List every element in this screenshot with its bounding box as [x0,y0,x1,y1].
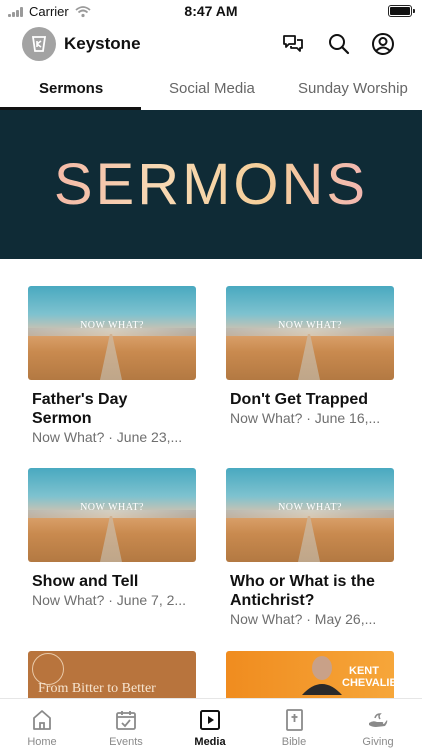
sermon-title: Who or What is the Antichrist? [230,573,375,609]
sermon-thumbnail[interactable]: NOW WHAT? [226,468,394,562]
app-header: Keystone [0,24,422,64]
keystone-logo-icon [31,36,47,52]
nav-label: Bible [281,736,307,748]
sermon-title: Show and Tell [32,573,139,590]
nav-label: Home [27,736,57,748]
thumbnail-caption: NOW WHAT? [278,320,342,331]
nav-giving[interactable]: Giving [336,699,420,750]
thumbnail-caption: From Bitter to Better [38,681,156,696]
thumbnail-caption: NOW WHAT? [278,502,342,513]
search-icon[interactable] [327,32,351,56]
giving-icon [369,713,388,727]
sermon-card[interactable]: NOW WHAT? Show and Tell Now What? · June… [28,468,196,610]
thumbnail-caption: NOW WHAT? [80,502,144,513]
sermon-card[interactable]: NOW WHAT? Father's Day Sermon Now What? … [28,286,196,447]
battery-icon [388,5,415,17]
nav-media[interactable]: Media [168,699,252,750]
bible-icon [286,709,303,731]
sermon-thumbnail[interactable]: From Bitter to Better [28,651,196,698]
speaker-photo [302,656,342,695]
tab-sermons[interactable]: Sermons [39,80,103,97]
sermon-card[interactable]: From Bitter to Better [28,651,196,698]
nav-label: Media [194,736,226,748]
sermon-card[interactable]: NOW WHAT? Who or What is the Antichrist?… [226,468,394,629]
nav-home[interactable]: Home [0,699,84,750]
sermon-title: Father's Day Sermon [32,391,128,427]
sermons-banner: SERMONS [0,110,422,259]
media-tabs: Sermons Social Media Sunday Worship [0,74,422,110]
status-time: 8:47 AM [184,3,238,19]
church-logo-avatar[interactable] [22,27,56,61]
nav-label: Giving [362,736,394,748]
sermon-thumbnail[interactable]: NOW WHAT? [28,468,196,562]
sermon-thumbnail[interactable]: NOW WHAT? [226,286,394,380]
tab-sunday-worship[interactable]: Sunday Worship [298,80,408,97]
status-bar: Carrier 8:47 AM [0,0,422,22]
sermon-subtitle: Now What? · June 7, 2... [32,592,187,608]
nav-label: Events [109,736,143,748]
sermon-thumbnail[interactable]: NOW WHAT? [28,286,196,380]
chat-icon[interactable] [281,32,305,56]
app-title: Keystone [64,34,141,53]
thumbnail-caption: KENT CHEVALIER [342,665,394,689]
thumbnail-caption: NOW WHAT? [80,320,144,331]
nav-events[interactable]: Events [84,699,168,750]
sermon-title: Don't Get Trapped [230,391,369,408]
profile-icon[interactable] [371,32,395,56]
sermon-subtitle: Now What? · May 26,... [230,611,377,627]
sermon-subtitle: Now What? · June 23,... [32,429,183,445]
tab-social-media[interactable]: Social Media [169,80,255,97]
sermon-thumbnail[interactable]: KENT CHEVALIER [226,651,394,698]
sermon-card[interactable]: KENT CHEVALIER [226,651,394,698]
bottom-nav: Home Events Media Bible Giving [0,698,422,750]
media-icon [200,710,220,730]
nav-bible[interactable]: Bible [252,699,336,750]
banner-title: SERMONS [53,152,369,217]
calendar-icon [116,711,136,730]
sermon-subtitle: Now What? · June 16,... [230,410,381,426]
sermon-card[interactable]: NOW WHAT? Don't Get Trapped Now What? · … [226,286,394,428]
home-icon [33,710,51,730]
